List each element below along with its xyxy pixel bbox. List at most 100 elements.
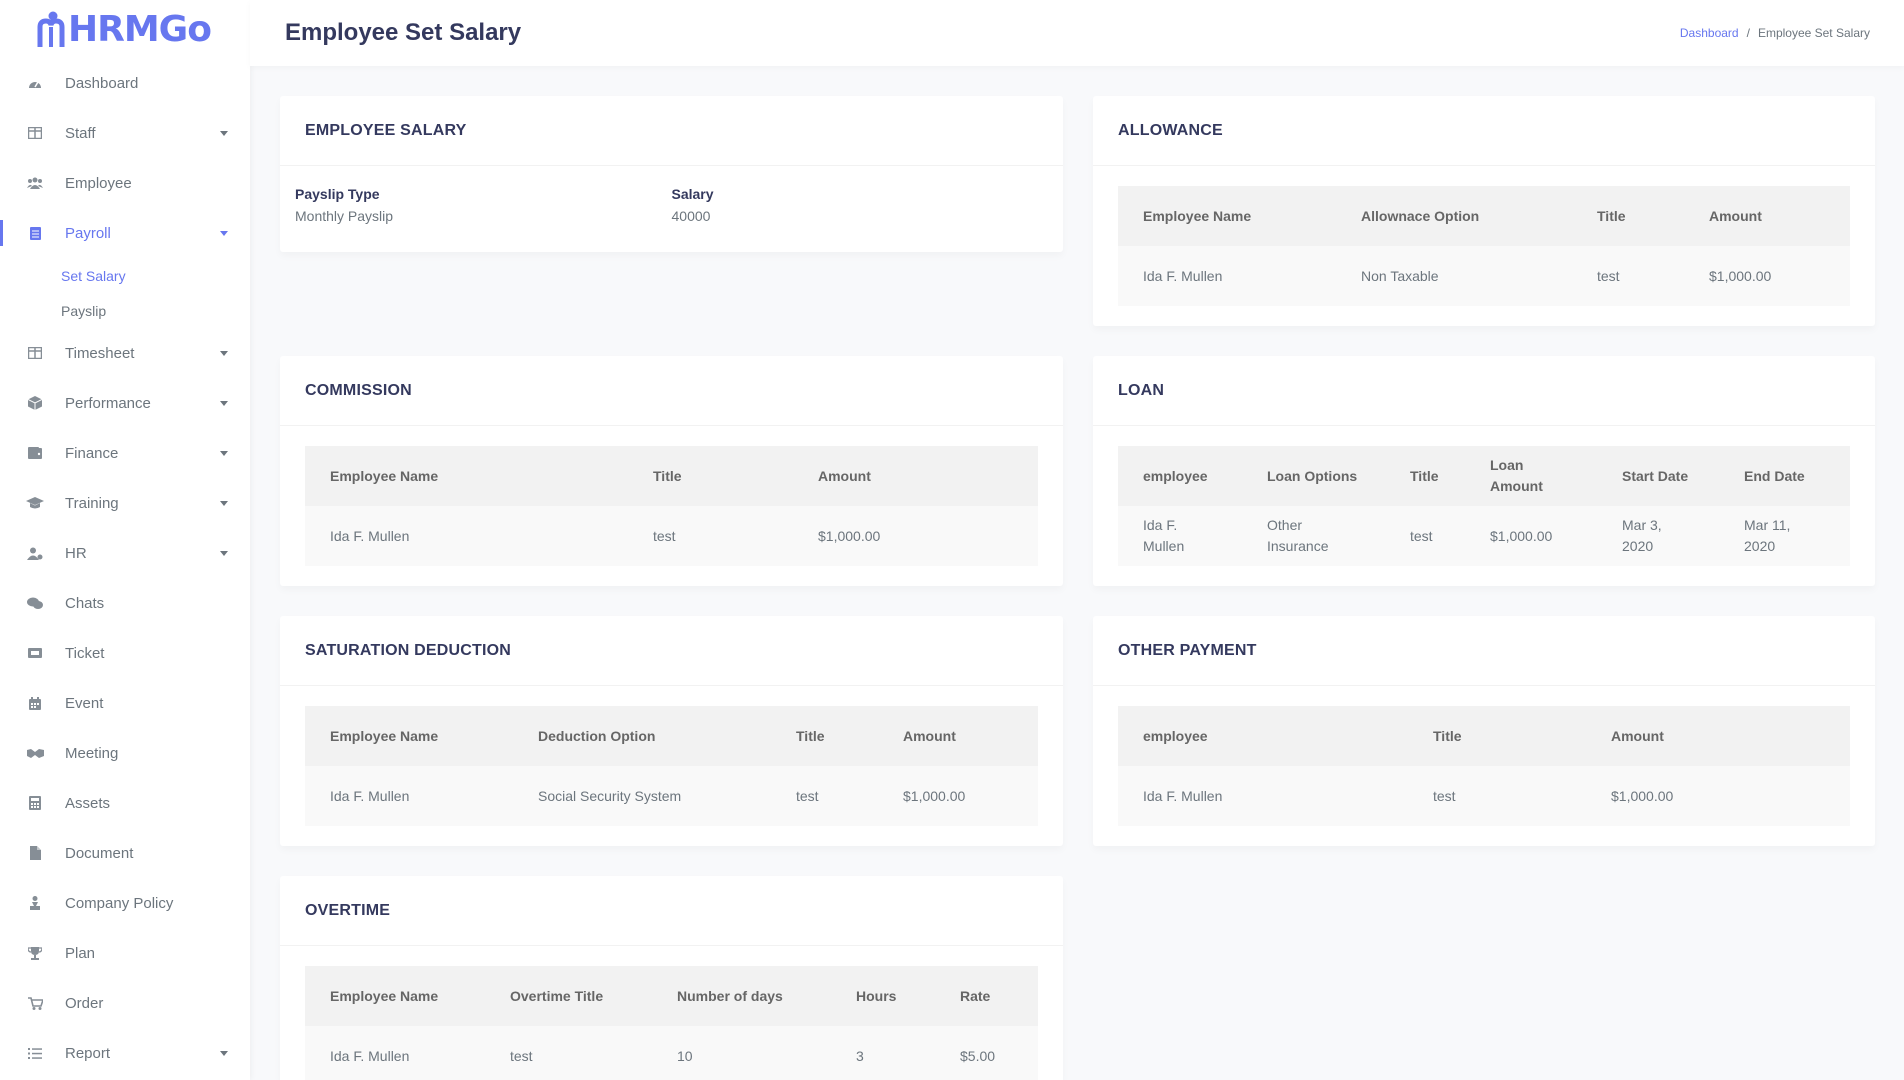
table-cell: Ida F. Mullen (305, 1026, 485, 1080)
sidebar-item-document[interactable]: Document (0, 828, 250, 878)
column-header: Employee Name (1143, 207, 1252, 224)
column-header: Amount (1611, 727, 1664, 744)
table-header-row: employee Title Amount (1118, 706, 1850, 766)
chevron-down-icon (220, 400, 228, 406)
table-cell: Ida F. Mullen (305, 506, 628, 566)
submenu-item-payslip[interactable]: Payslip (0, 293, 250, 328)
sidebar-item-hr[interactable]: HR (0, 528, 250, 578)
column-header: Title (1410, 467, 1439, 484)
other-payment-table: employee Title Amount Ida F. Mullen test… (1118, 706, 1850, 826)
table-row: Ida F. Mullen test $1,000.00 (1118, 766, 1850, 826)
hr-icon (25, 543, 45, 563)
chevron-down-icon (220, 500, 228, 506)
sidebar-item-label: Document (65, 844, 134, 862)
column-header: Title (796, 727, 825, 744)
sidebar-item-label: Employee (65, 174, 132, 192)
event-icon (25, 693, 45, 713)
sidebar-item-payroll[interactable]: Payroll (0, 208, 250, 258)
table-cell: Non Taxable (1336, 246, 1572, 306)
column-header: Amount (818, 467, 871, 484)
trophy-icon (25, 943, 45, 963)
allowance-card: ALLOWANCE Employee Name Allownace Option… (1093, 96, 1875, 326)
sidebar-item-dashboard[interactable]: Dashboard (0, 58, 250, 108)
card-body: Employee Name Deduction Option Title Amo… (280, 686, 1063, 846)
table-cell: $1,000.00 (1465, 506, 1597, 566)
sidebar-item-ticket[interactable]: Ticket (0, 628, 250, 678)
column-header: Employee Name (330, 467, 439, 484)
column-header: End Date (1744, 467, 1805, 484)
salary-details: Payslip Type Monthly Payslip Salary 4000… (280, 166, 1063, 224)
table-cell: Ida F. Mullen (1118, 246, 1336, 306)
table-cell: test (771, 766, 878, 826)
table-cell: Other Insurance (1242, 506, 1385, 566)
table-cell: $1,000.00 (878, 766, 1038, 826)
column-header: Hours (856, 987, 897, 1004)
sidebar-item-meeting[interactable]: Meeting (0, 728, 250, 778)
sidebar-item-label: Timesheet (65, 344, 135, 362)
sidebar-item-label: Dashboard (65, 74, 139, 92)
card-title: OVERTIME (280, 876, 1063, 946)
timesheet-icon (25, 343, 45, 363)
table-header-row: Employee Name Overtime Title Number of d… (305, 966, 1038, 1026)
overtime-table: Employee Name Overtime Title Number of d… (305, 966, 1038, 1080)
sidebar-item-company-policy[interactable]: Company Policy (0, 878, 250, 928)
table-cell: $1,000.00 (1684, 246, 1850, 306)
salary-field: Salary 40000 (672, 186, 1049, 224)
table-cell: Ida F. Mullen (1118, 766, 1408, 826)
column-header: Loan Options (1267, 467, 1358, 484)
card-body: employee Loan Options Title Loan Amount … (1093, 426, 1875, 586)
table-cell: 3 (831, 1026, 935, 1080)
performance-icon (25, 393, 45, 413)
card-body: Employee Name Overtime Title Number of d… (280, 946, 1063, 1080)
sidebar-item-chats[interactable]: Chats (0, 578, 250, 628)
column-header: Overtime Title (510, 987, 604, 1004)
staff-icon (25, 123, 45, 143)
table-cell: Ida F. Mullen (1118, 506, 1242, 566)
field-value: Monthly Payslip (295, 208, 394, 224)
breadcrumb: Dashboard / Employee Set Salary (1680, 26, 1870, 40)
column-header: Number of days (677, 987, 783, 1004)
sidebar-item-staff[interactable]: Staff (0, 108, 250, 158)
sidebar: HRMGo Dashboard Staff Employee Payroll S… (0, 0, 250, 1080)
payroll-submenu: Set Salary Payslip (0, 258, 250, 328)
table-cell: test (485, 1026, 652, 1080)
chevron-down-icon (220, 230, 228, 236)
sidebar-item-finance[interactable]: Finance (0, 428, 250, 478)
sidebar-item-training[interactable]: Training (0, 478, 250, 528)
page-title: Employee Set Salary (285, 19, 522, 46)
sidebar-item-assets[interactable]: Assets (0, 778, 250, 828)
commission-table: Employee Name Title Amount Ida F. Mullen… (305, 446, 1038, 566)
sidebar-item-report[interactable]: Report (0, 1028, 250, 1078)
table-cell: test (1408, 766, 1586, 826)
meeting-icon (25, 743, 45, 763)
column-header: Amount (903, 727, 956, 744)
table-cell: Mar 3, 2020 (1597, 506, 1719, 566)
sidebar-item-label: Assets (65, 794, 111, 812)
sidebar-item-order[interactable]: Order (0, 978, 250, 1028)
table-header-row: Employee Name Allownace Option Title Amo… (1118, 186, 1850, 246)
card-title: SATURATION DEDUCTION (280, 616, 1063, 686)
sidebar-item-performance[interactable]: Performance (0, 378, 250, 428)
loan-table: employee Loan Options Title Loan Amount … (1118, 446, 1850, 566)
sidebar-item-label: Event (65, 694, 104, 712)
column-header: Title (1597, 207, 1626, 224)
sidebar-item-plan[interactable]: Plan (0, 928, 250, 978)
sidebar-item-event[interactable]: Event (0, 678, 250, 728)
sidebar-item-label: Payroll (65, 224, 111, 242)
field-value: 40000 (671, 208, 711, 224)
chevron-down-icon (220, 1050, 228, 1056)
employee-icon (25, 173, 45, 193)
sidebar-item-timesheet[interactable]: Timesheet (0, 328, 250, 378)
submenu-item-set-salary[interactable]: Set Salary (0, 258, 250, 293)
table-cell: test (1572, 246, 1684, 306)
logo[interactable]: HRMGo (0, 0, 250, 58)
logo-text: HRMGo (68, 8, 212, 50)
cart-icon (25, 993, 45, 1013)
saturation-deduction-card: SATURATION DEDUCTION Employee Name Deduc… (280, 616, 1063, 846)
sidebar-item-label: Order (65, 994, 104, 1012)
table-row: Ida F. Mullen test 10 3 $5.00 (305, 1026, 1038, 1080)
sidebar-item-employee[interactable]: Employee (0, 158, 250, 208)
sidebar-item-label: Report (65, 1044, 111, 1062)
sidebar-item-label: Performance (65, 394, 151, 412)
breadcrumb-home-link[interactable]: Dashboard (1680, 26, 1739, 40)
